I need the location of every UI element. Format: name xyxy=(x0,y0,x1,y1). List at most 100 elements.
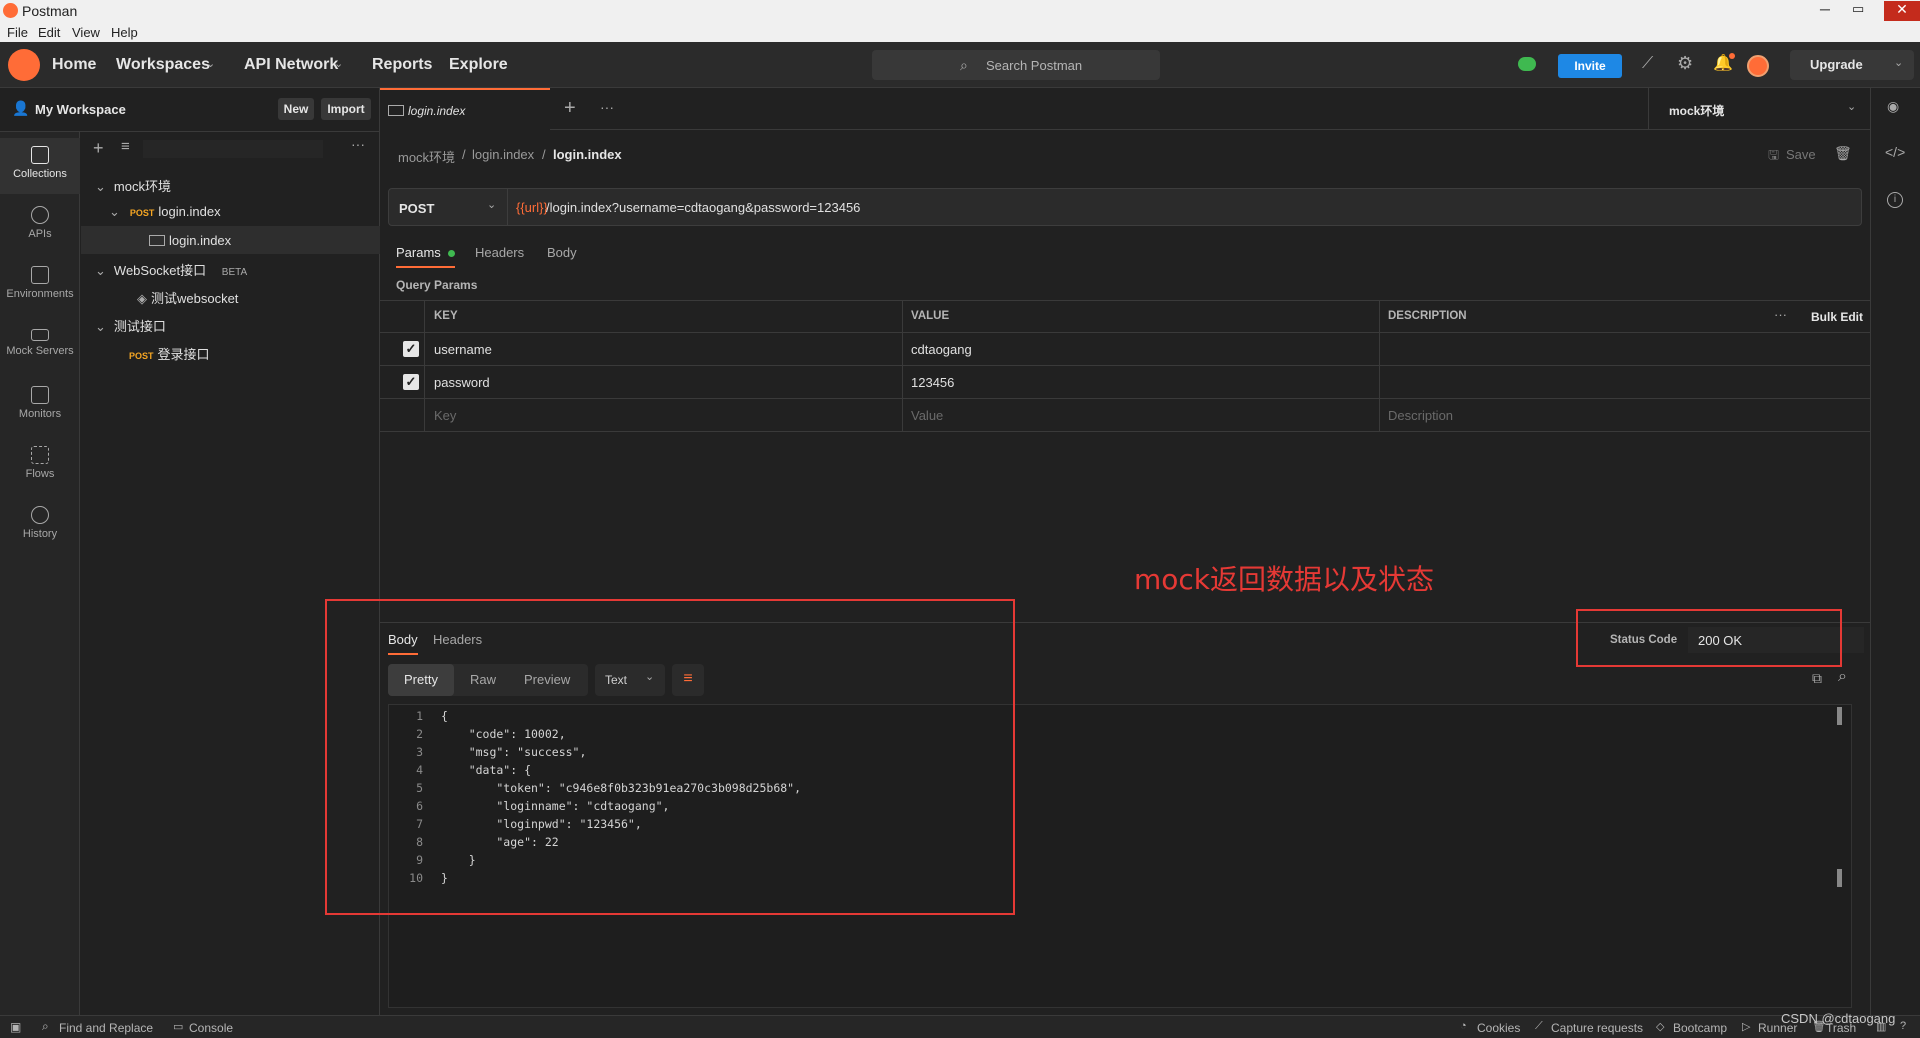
col-key-header: KEY xyxy=(434,310,458,322)
rail-history[interactable]: History xyxy=(0,498,80,554)
param-value[interactable]: cdtaogang xyxy=(911,342,972,357)
sidebar-search-input[interactable] xyxy=(143,140,323,158)
menu-file[interactable]: File xyxy=(7,25,28,40)
find-replace-link[interactable]: Find and Replace xyxy=(59,1021,153,1035)
menu-help[interactable]: Help xyxy=(111,25,138,40)
info-icon[interactable]: i xyxy=(1887,192,1903,208)
nav-home[interactable]: Home xyxy=(52,56,96,74)
collection-name: mock环境 xyxy=(113,179,171,194)
nav-reports[interactable]: Reports xyxy=(372,56,432,74)
console-link[interactable]: Console xyxy=(189,1021,233,1035)
checkbox[interactable]: ✓ xyxy=(403,341,419,357)
search-input[interactable]: ⌕ Search Postman xyxy=(872,50,1160,80)
rail-monitors[interactable]: Monitors xyxy=(0,378,80,434)
import-button[interactable]: Import xyxy=(321,98,371,120)
rail-apis[interactable]: APIs xyxy=(0,198,80,254)
key-placeholder[interactable]: Key xyxy=(434,408,456,423)
breadcrumb-b[interactable]: login.index xyxy=(472,147,534,162)
tree-request-login-cn[interactable]: POST 登录接口 xyxy=(129,344,210,363)
chevron-down-icon: ⌄ xyxy=(95,179,106,194)
tree-collection-mock[interactable]: ⌄ mock环境 xyxy=(95,176,171,195)
environment-quicklook-icon[interactable]: ◉ xyxy=(1887,98,1899,115)
nav-explore[interactable]: Explore xyxy=(449,56,508,74)
menu-edit[interactable]: Edit xyxy=(38,25,60,40)
tab-body[interactable]: Body xyxy=(547,245,577,260)
method-badge: POST xyxy=(129,208,155,218)
menu-view[interactable]: View xyxy=(72,25,100,40)
param-key[interactable]: username xyxy=(434,342,492,357)
monitors-icon xyxy=(31,386,49,404)
rail-environments[interactable]: Environments xyxy=(0,258,80,314)
postman-logo-icon xyxy=(3,3,18,18)
new-button[interactable]: New xyxy=(278,98,314,120)
help-icon[interactable]: ? xyxy=(1900,1020,1906,1032)
workspace-name[interactable]: My Workspace xyxy=(35,102,126,117)
more-options-icon[interactable]: ··· xyxy=(351,136,365,152)
maximize-button[interactable]: ▭ xyxy=(1852,1,1864,17)
filter-icon[interactable]: ≡ xyxy=(121,138,130,155)
avatar[interactable] xyxy=(1747,55,1769,77)
chevron-down-icon: ⌄ xyxy=(1847,101,1857,113)
minimize-button[interactable]: ─ xyxy=(1820,1,1830,17)
notification-dot xyxy=(1729,53,1735,59)
table-row: ✓ password 123456 xyxy=(380,366,1870,399)
upgrade-label: Upgrade xyxy=(1810,57,1863,72)
scrollbar-thumb[interactable] xyxy=(1837,869,1842,887)
method-select[interactable]: POST ⌄ xyxy=(388,188,508,226)
nav-api-network[interactable]: API Network xyxy=(244,56,338,74)
table-more-icon[interactable]: ··· xyxy=(1774,307,1787,322)
search-icon[interactable]: ⌕ xyxy=(1838,668,1847,686)
request-name: login.index xyxy=(158,204,221,219)
rail-collections[interactable]: Collections xyxy=(0,138,80,194)
workspace-header: 👤 My Workspace New Import xyxy=(0,88,380,132)
environment-selector[interactable]: mock环境 ⌄ xyxy=(1648,88,1870,130)
tree-collection-websocket[interactable]: ⌄ WebSocket接口 BETA xyxy=(95,260,247,279)
tree-collection-test[interactable]: ⌄ 测试接口 xyxy=(95,316,166,335)
annotation-box-response xyxy=(325,599,1015,915)
request-name: 登录接口 xyxy=(157,347,210,362)
checkbox[interactable]: ✓ xyxy=(403,374,419,390)
add-icon[interactable]: + xyxy=(93,138,104,159)
environments-icon xyxy=(31,266,49,284)
tree-request-websocket[interactable]: ◈ 测试websocket xyxy=(137,288,238,307)
sidebar-toggle-icon[interactable]: ▣ xyxy=(10,1020,21,1034)
copy-icon[interactable]: ⧉ xyxy=(1812,670,1822,687)
scrollbar-thumb[interactable] xyxy=(1837,707,1842,725)
cookies-link[interactable]: Cookies xyxy=(1477,1021,1520,1035)
nav-workspaces[interactable]: Workspaces xyxy=(116,56,210,74)
delete-icon[interactable]: 🗑 xyxy=(1834,145,1852,162)
postman-logo-icon[interactable] xyxy=(8,49,40,81)
rail-flows[interactable]: Flows xyxy=(0,438,80,494)
bootcamp-link[interactable]: Bootcamp xyxy=(1673,1021,1727,1035)
tab-login-index[interactable]: login.index xyxy=(380,88,550,130)
param-key[interactable]: password xyxy=(434,375,490,390)
tab-params[interactable]: Params xyxy=(396,245,456,268)
rail-environments-label: Environments xyxy=(6,288,74,300)
invite-button[interactable]: Invite xyxy=(1558,54,1622,78)
window-title: Postman xyxy=(22,3,78,19)
upgrade-button[interactable]: Upgrade ⌄ xyxy=(1790,50,1914,80)
satellite-icon[interactable]: ⟋ xyxy=(1642,55,1653,73)
param-value[interactable]: 123456 xyxy=(911,375,954,390)
description-placeholder[interactable]: Description xyxy=(1388,408,1453,423)
rail-mock-servers[interactable]: Mock Servers xyxy=(0,318,80,374)
collection-name: WebSocket接口 xyxy=(113,263,207,278)
rail-monitors-label: Monitors xyxy=(18,408,62,420)
tabs-more-icon[interactable]: ··· xyxy=(600,99,614,115)
cloud-sync-icon[interactable] xyxy=(1518,57,1536,71)
settings-icon[interactable]: ⚙ xyxy=(1677,53,1693,74)
save-button[interactable]: Save xyxy=(1786,147,1816,162)
code-icon[interactable]: </> xyxy=(1885,144,1905,160)
tab-headers[interactable]: Headers xyxy=(475,245,524,260)
breadcrumb-a[interactable]: mock环境 xyxy=(398,147,455,166)
close-window-button[interactable]: ✕ xyxy=(1884,1,1920,21)
tree-request-login[interactable]: ⌄ POST login.index xyxy=(109,204,221,220)
tree-example-login[interactable]: login.index xyxy=(81,226,380,254)
capture-link[interactable]: Capture requests xyxy=(1551,1021,1643,1035)
value-placeholder[interactable]: Value xyxy=(911,408,943,423)
example-icon xyxy=(149,235,165,246)
capture-icon: ⟋ xyxy=(1535,1020,1543,1032)
bulk-edit-button[interactable]: Bulk Edit xyxy=(1811,310,1863,324)
url-input[interactable]: {{url}} /login.index?username=cdtaogang&… xyxy=(508,188,1862,226)
new-tab-icon[interactable]: + xyxy=(564,97,576,120)
